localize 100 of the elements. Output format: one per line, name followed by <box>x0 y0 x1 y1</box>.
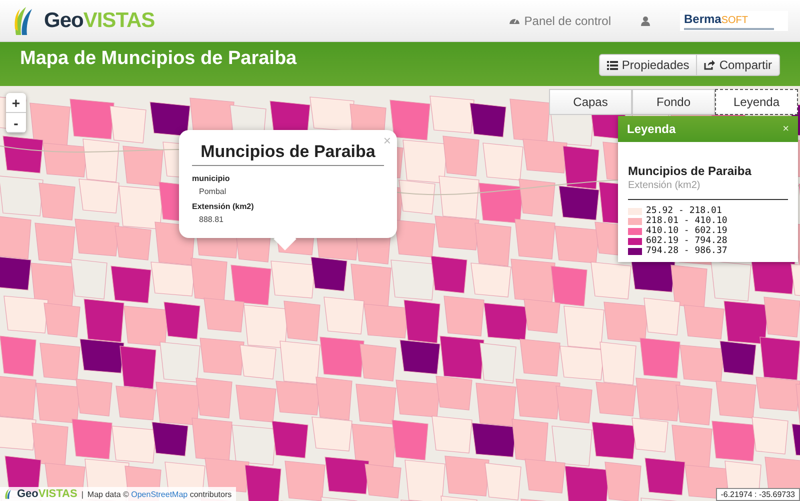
municipality-region <box>280 340 320 384</box>
municipality-region <box>232 424 276 466</box>
municipality-region <box>272 420 308 458</box>
municipality-region <box>70 258 108 300</box>
municipality-region <box>364 464 402 498</box>
panel-tab[interactable]: Capas <box>549 89 632 115</box>
municipality-region <box>350 264 392 308</box>
municipality-region <box>42 142 88 178</box>
municipality-region <box>156 382 200 426</box>
municipality-region <box>164 302 200 340</box>
municipality-region <box>720 340 756 376</box>
municipality-region <box>70 98 114 140</box>
separator: | <box>81 490 84 498</box>
properties-button[interactable]: Propiedades <box>598 54 698 76</box>
municipality-region <box>196 378 232 418</box>
field-value: Pombal <box>199 187 228 196</box>
municipality-region <box>244 464 282 501</box>
municipality-region <box>640 338 680 378</box>
municipality-region <box>760 336 800 380</box>
municipality-region <box>110 106 146 144</box>
municipality-region <box>556 386 592 424</box>
municipality-region <box>120 346 156 390</box>
user-icon[interactable] <box>641 16 650 26</box>
municipality-region <box>324 296 364 334</box>
municipality-region <box>400 340 440 374</box>
municipality-region <box>476 382 516 426</box>
municipality-region <box>30 262 76 306</box>
legend-header: Leyenda <box>627 122 676 136</box>
municipality-region <box>2 136 44 174</box>
municipality-region <box>518 178 556 216</box>
municipality-region <box>276 380 320 416</box>
municipality-region <box>240 344 276 380</box>
municipality-region <box>438 176 480 220</box>
municipality-region <box>312 416 352 452</box>
municipality-region <box>270 260 316 298</box>
municipality-region <box>510 258 556 302</box>
municipality-region <box>160 342 200 382</box>
municipality-region <box>752 416 788 454</box>
municipality-region <box>44 302 80 338</box>
municipality-region <box>36 382 80 424</box>
municipality-region <box>516 378 560 420</box>
municipality-region <box>644 458 686 496</box>
page-title: Mapa de Muncipios de Paraiba <box>20 48 297 70</box>
municipality-region <box>482 142 524 180</box>
attribution-link[interactable]: OpenStreetMap <box>131 490 188 498</box>
municipality-region <box>472 422 516 458</box>
legend-label: 410.10 - 602.19 <box>646 226 728 236</box>
municipality-region <box>152 422 188 456</box>
dashboard-link[interactable]: Panel de control <box>524 14 611 28</box>
municipality-region <box>150 262 196 296</box>
municipality-region <box>524 458 566 494</box>
list-icon <box>606 60 618 70</box>
municipality-region <box>596 382 636 416</box>
municipality-region <box>684 304 724 340</box>
field-label: Extensión (km2) <box>192 202 255 211</box>
municipality-region <box>430 96 474 134</box>
municipality-region <box>396 380 440 418</box>
municipality-region <box>716 380 756 418</box>
zoom-out-button[interactable]: - <box>6 113 26 133</box>
municipality-region <box>600 342 636 386</box>
municipality-region <box>72 418 112 460</box>
popup-title: Muncipios de Paraiba <box>192 142 384 166</box>
municipality-region <box>114 226 152 260</box>
municipality-region <box>436 376 472 410</box>
municipality-region <box>356 384 396 424</box>
municipality-region <box>316 376 352 420</box>
municipality-region <box>320 336 364 378</box>
municipality-region <box>352 424 396 468</box>
municipality-region <box>470 102 506 138</box>
municipality-region <box>84 298 124 342</box>
municipality-region <box>470 262 512 298</box>
municipality-region <box>430 256 468 294</box>
share-button[interactable]: Compartir <box>697 54 780 76</box>
legend-subtitle: Extensión (km2) <box>628 180 788 200</box>
municipality-region <box>672 424 712 468</box>
zoom-in-button[interactable]: + <box>6 93 26 113</box>
municipality-region <box>552 426 592 466</box>
municipality-region <box>644 298 680 336</box>
legend-label: 218.01 - 410.10 <box>646 216 728 226</box>
municipality-region <box>442 136 480 176</box>
municipality-region <box>390 260 436 300</box>
panel-tab[interactable]: Leyenda <box>715 89 798 115</box>
municipality-region <box>0 256 32 290</box>
dashboard-icon <box>509 16 520 25</box>
municipality-region <box>392 420 428 460</box>
panel-tab[interactable]: Fondo <box>632 89 715 115</box>
municipality-region <box>230 264 272 306</box>
municipality-region <box>478 182 524 224</box>
municipality-region <box>432 416 472 454</box>
municipality-region <box>604 302 648 342</box>
legend-label: 25.92 - 218.01 <box>646 206 722 216</box>
municipality-region <box>0 336 36 376</box>
municipality-region <box>474 222 512 266</box>
municipality-region <box>632 418 668 452</box>
municipality-region <box>520 338 560 376</box>
municipality-region <box>112 426 156 464</box>
municipality-region <box>404 300 440 344</box>
municipality-region <box>324 456 370 494</box>
legend-label: 602.19 - 794.28 <box>646 236 728 246</box>
municipality-region <box>480 342 516 384</box>
